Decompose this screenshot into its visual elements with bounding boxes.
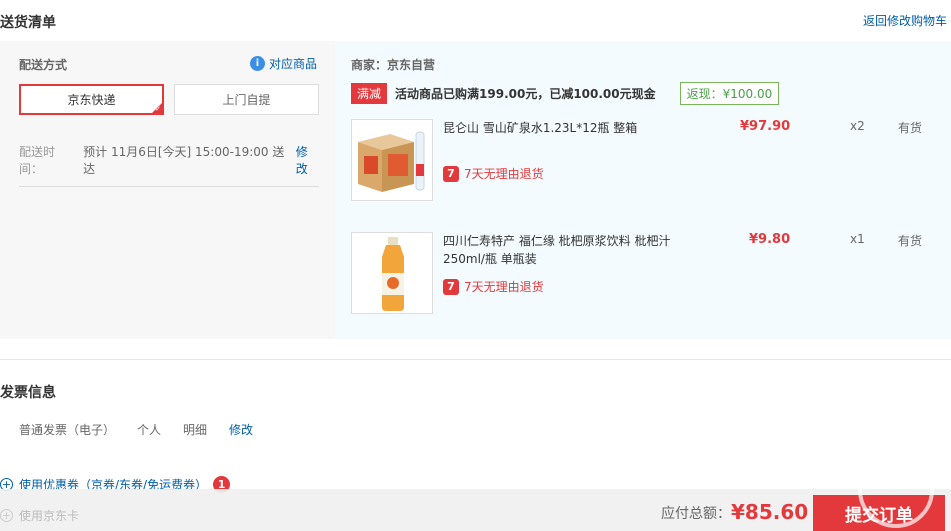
edit-delivery-time-link[interactable]: 修改 — [296, 143, 319, 177]
list-item: 昆仑山 雪山矿泉水1.23L*12瓶 整箱 7 7天无理由退货 ¥97.90 x… — [351, 119, 941, 204]
shipping-panel: 配送方式 i 对应商品 京东快递 ✓ 上门自提 配送时间： 预计 11月6日[今… — [0, 41, 951, 339]
rebate-badge: 返现：¥100.00 — [679, 82, 780, 105]
total-label: 应付总额： — [661, 506, 731, 522]
product-thumbnail[interactable] — [351, 232, 433, 314]
promo-text: 活动商品已购满199.00元，已减100.00元现金 — [395, 87, 656, 101]
product-name[interactable]: 四川仁寿特产 福仁缘 枇杷原浆饮料 枇杷汁250ml/瓶 单瓶装 — [443, 232, 683, 268]
return-7day-icon: 7 — [443, 278, 459, 295]
product-name[interactable]: 昆仑山 雪山矿泉水1.23L*12瓶 整箱 — [443, 119, 683, 137]
option-self-pickup[interactable]: 上门自提 — [174, 84, 319, 115]
option-jd-express[interactable]: 京东快递 ✓ — [19, 84, 164, 115]
promo-row: 满减 活动商品已购满199.00元，已减100.00元现金 返现：¥100.00 — [351, 82, 780, 105]
use-jd-card-label: 使用京东卡 — [19, 509, 80, 523]
return-policy-text: 7天无理由退货 — [464, 280, 544, 294]
product-price: ¥9.80 — [749, 232, 791, 247]
promo-tag: 满减 — [351, 83, 388, 104]
selected-check-icon: ✓ — [155, 105, 161, 113]
submit-order-button[interactable]: 提交订单 — [813, 495, 945, 531]
stock-status: 有货 — [898, 121, 923, 135]
shipping-method-label: 配送方式 — [19, 58, 68, 72]
section-divider — [0, 359, 951, 360]
product-thumbnail[interactable] — [351, 119, 433, 201]
edit-invoice-link[interactable]: 修改 — [229, 421, 253, 438]
invoice-type: 普通发票（电子） — [19, 423, 116, 437]
merchant-name: 商家：京东自营 — [351, 58, 436, 72]
return-policy-text: 7天无理由退货 — [464, 167, 544, 181]
back-to-cart-link[interactable]: 返回修改购物车 — [863, 12, 947, 29]
invoice-content: 明细 — [183, 423, 208, 437]
return-7day-icon: 7 — [443, 165, 459, 182]
invoice-recipient: 个人 — [137, 423, 162, 437]
delivery-time-value: 预计 11月6日[今天] 15:00-19:00 送达 — [83, 145, 285, 176]
matching-goods-link[interactable]: i 对应商品 — [250, 55, 317, 72]
product-price: ¥97.90 — [740, 119, 791, 134]
plus-circle-icon: + — [0, 509, 13, 522]
return-policy: 7 7天无理由退货 — [443, 278, 544, 295]
invoice-row: 普通发票（电子） 个人 明细 修改 — [19, 421, 253, 438]
shipping-method-pane: 配送方式 i 对应商品 京东快递 ✓ 上门自提 配送时间： 预计 11月6日[今… — [0, 41, 335, 339]
section-title-invoice: 发票信息 — [0, 385, 56, 401]
use-jd-card-toggle[interactable]: + 使用京东卡 — [0, 507, 79, 524]
delivery-time-row: 配送时间： 预计 11月6日[今天] 15:00-19:00 送达 修改 — [19, 143, 319, 187]
total-amount: ¥85.60 — [731, 500, 809, 524]
delivery-time-label: 配送时间： — [19, 145, 56, 176]
checkout-bar — [0, 489, 951, 531]
list-item: 四川仁寿特产 福仁缘 枇杷原浆饮料 枇杷汁250ml/瓶 单瓶装 7 7天无理由… — [351, 232, 941, 317]
section-title-shipping: 送货清单 — [0, 15, 56, 31]
store-items-pane: 商家：京东自营 满减 活动商品已购满199.00元，已减100.00元现金 返现… — [335, 41, 951, 339]
matching-goods-label: 对应商品 — [269, 57, 318, 71]
option-jd-express-label: 京东快递 — [67, 93, 116, 107]
product-quantity: x2 — [850, 119, 865, 133]
option-self-pickup-label: 上门自提 — [222, 93, 271, 107]
info-icon: i — [250, 56, 265, 71]
return-policy: 7 7天无理由退货 — [443, 165, 544, 182]
product-quantity: x1 — [850, 232, 865, 246]
stock-status: 有货 — [898, 234, 923, 248]
